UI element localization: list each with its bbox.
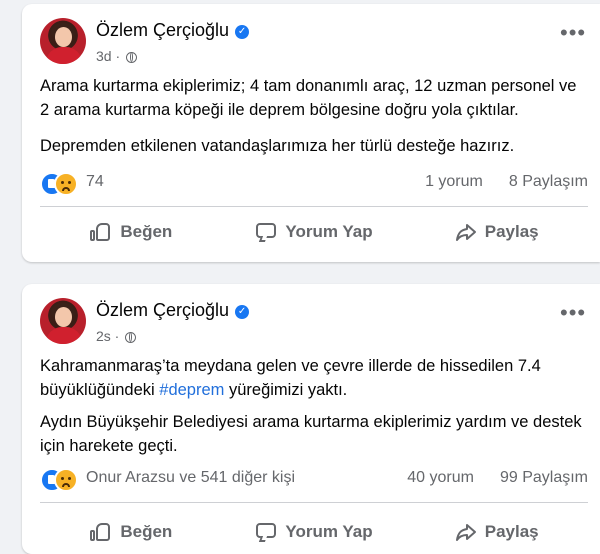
post-header: Özlem Çerçioğlu ✓ 2s · ••• [22,284,600,354]
share-icon [455,221,477,243]
author-avatar[interactable] [40,18,86,64]
sad-reaction-icon [54,468,78,492]
comment-count[interactable]: 1 yorum [425,173,483,190]
post-time[interactable]: 2s [96,328,111,344]
post-meta: 2s · [96,328,137,344]
comment-button[interactable]: Yorum Yap [223,512,406,552]
author-name[interactable]: Özlem Çerçioğlu [96,300,229,320]
comment-label: Yorum Yap [285,222,373,241]
globe-icon [125,332,137,343]
share-icon [455,521,477,543]
like-icon [90,521,112,543]
post-card: Özlem Çerçioğlu ✓ 2s · ••• Kahramanmaraş’… [22,284,600,554]
like-button[interactable]: Beğen [40,212,223,252]
verified-badge-icon: ✓ [235,305,250,319]
post-paragraph: Arama kurtarma ekiplerimiz; 4 tam donanı… [40,77,577,119]
author-name-row: Özlem Çerçioğlu ✓ [96,20,250,41]
more-options-icon[interactable]: ••• [560,302,585,324]
sad-reaction-icon [54,172,78,196]
post-stats: 74 1 yorum 8 Paylaşım [40,172,588,196]
verified-badge-icon: ✓ [235,25,250,39]
divider [40,502,588,503]
share-label: Paylaş [484,222,539,241]
share-button[interactable]: Paylaş [405,512,588,552]
post-paragraph: Kahramanmaraş’ta meydana gelen ve çevre … [40,354,588,402]
post-header: Özlem Çerçioğlu ✓ 3d · ••• [22,4,600,74]
globe-icon [126,52,138,63]
reaction-count[interactable]: Onur Arazsu ve 541 diğer kişi [86,469,295,487]
post-paragraph: Aydın Büyükşehir Belediyesi arama kurtar… [40,413,582,455]
post-text: Arama kurtarma ekiplerimiz; 4 tam donanı… [40,74,588,158]
post-meta: 3d · [96,48,138,64]
divider [40,206,588,207]
share-count[interactable]: 99 Paylaşım [500,469,588,486]
reaction-count[interactable]: 74 [86,173,104,191]
like-icon [90,221,112,243]
post-card: Özlem Çerçioğlu ✓ 3d · ••• Arama kurtarma… [22,4,600,262]
post-actions: Beğen Yorum Yap Paylaş [40,512,588,552]
share-count[interactable]: 8 Paylaşım [509,173,588,190]
post-time[interactable]: 3d [96,48,112,64]
post-text: Kahramanmaraş’ta meydana gelen ve çevre … [40,354,588,458]
share-label: Paylaş [484,522,539,541]
comment-icon [255,521,277,543]
comment-button[interactable]: Yorum Yap [223,212,406,252]
like-label: Beğen [120,222,173,241]
author-name[interactable]: Özlem Çerçioğlu [96,20,229,40]
post-paragraph: Depremden etkilenen vatandaşlarımıza her… [40,137,515,155]
post-actions: Beğen Yorum Yap Paylaş [40,212,588,252]
more-options-icon[interactable]: ••• [560,22,585,44]
comment-icon [255,221,277,243]
post-stats: Onur Arazsu ve 541 diğer kişi 40 yorum 99… [40,468,588,492]
author-avatar[interactable] [40,298,86,344]
like-label: Beğen [120,522,173,541]
post-text-segment: yüreğimizi yaktı. [224,381,348,399]
comment-count[interactable]: 40 yorum [407,469,474,486]
hashtag-link[interactable]: #deprem [159,381,224,399]
author-name-row: Özlem Çerçioğlu ✓ [96,300,250,321]
share-button[interactable]: Paylaş [405,212,588,252]
comment-label: Yorum Yap [285,522,373,541]
like-button[interactable]: Beğen [40,512,223,552]
